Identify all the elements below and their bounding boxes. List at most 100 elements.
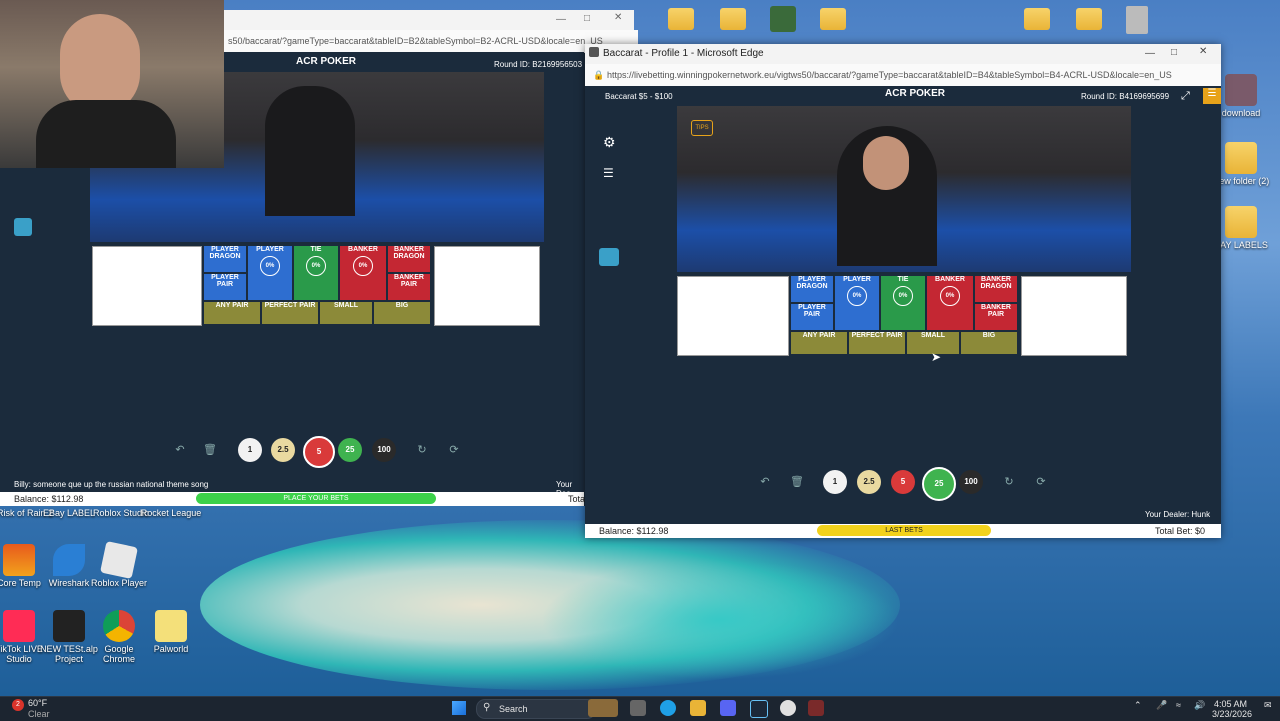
repeat-icon[interactable]: ↻ — [999, 472, 1019, 492]
wifi-icon[interactable]: ≈ — [1176, 700, 1181, 710]
bet-tie[interactable]: TIE 0% — [294, 246, 338, 300]
undo-icon[interactable]: ↶ — [755, 472, 775, 492]
bet-label: ANY PAIR — [215, 302, 249, 309]
chip-100[interactable]: 100 — [959, 470, 983, 494]
chip-1[interactable]: 1 — [238, 438, 262, 462]
autoplay-icon[interactable]: ⟳ — [1031, 472, 1051, 492]
chrome-taskbar-icon[interactable] — [780, 700, 796, 716]
chip-2-5[interactable]: 2.5 — [857, 470, 881, 494]
bet-label: ANY PAIR — [802, 332, 836, 339]
game-area-right: Baccarat $5 - $100 ACR POKER Round ID: B… — [585, 86, 1221, 538]
tray-chevron-icon[interactable]: ⌃ — [1134, 700, 1142, 711]
bet-label: PLAYER DRAGON — [209, 246, 241, 260]
address-bar[interactable]: https://livebetting.winningpokernetwork.… — [607, 64, 1172, 86]
repeat-icon[interactable]: ↻ — [412, 440, 432, 460]
dealer-face — [863, 136, 909, 190]
clock-time[interactable]: 4:05 AM — [1214, 699, 1247, 709]
bet-banker-dragon[interactable]: BANKER DRAGON — [388, 246, 430, 272]
discord-icon[interactable] — [720, 700, 736, 716]
window-right-titlebar[interactable]: Baccarat - Profile 1 - Microsoft Edge — … — [585, 44, 1221, 64]
steam-icon[interactable] — [750, 700, 768, 718]
desktop-folder-icon[interactable] — [1076, 8, 1102, 30]
bet-banker-pair[interactable]: BANKER PAIR — [975, 304, 1017, 330]
bet-player-dragon[interactable]: PLAYER DRAGON — [791, 276, 833, 302]
app-taskbar-icon[interactable] — [808, 700, 824, 716]
bet-any-pair[interactable]: ANY PAIR — [791, 332, 847, 354]
volume-icon[interactable]: 🔊 — [1194, 700, 1205, 711]
bet-player-pair[interactable]: PLAYER PAIR — [204, 274, 246, 300]
balance: Balance: $112.98 — [599, 526, 669, 536]
menu-icon[interactable]: ☰ — [1203, 88, 1221, 104]
taskbar-search[interactable]: ⚲ Search — [476, 699, 596, 719]
bet-banker-dragon[interactable]: BANKER DRAGON — [975, 276, 1017, 302]
desktop-folder-icon[interactable] — [720, 8, 746, 30]
bet-big[interactable]: BIG — [374, 302, 430, 324]
chip-5-selected[interactable]: 5 — [303, 436, 335, 468]
chip-5[interactable]: 5 — [891, 470, 915, 494]
bet-perfect-pair[interactable]: PERFECT PAIR — [849, 332, 905, 354]
bet-label: PLAYER PAIR — [211, 274, 239, 288]
bet-tie[interactable]: TIE 0% — [881, 276, 925, 330]
desktop-folder-icon[interactable] — [1024, 8, 1050, 30]
autoplay-icon[interactable]: ⟳ — [444, 440, 464, 460]
undo-icon[interactable]: ↶ — [170, 440, 190, 460]
fullscreen-icon[interactable]: ⤢ — [1181, 90, 1190, 103]
bet-any-pair[interactable]: ANY PAIR — [204, 302, 260, 324]
desktop-icon-rocket-league[interactable]: Rocket League — [140, 508, 202, 518]
chip-25[interactable]: 25 — [338, 438, 362, 462]
chip-25-selected[interactable]: 25 — [922, 467, 956, 501]
bet-player[interactable]: PLAYER 0% — [248, 246, 292, 300]
chip-100[interactable]: 100 — [372, 438, 396, 462]
bet-player-dragon[interactable]: PLAYER DRAGON — [204, 246, 246, 272]
maximize-icon[interactable]: □ — [1171, 47, 1177, 58]
bet-banker-pair[interactable]: BANKER PAIR — [388, 274, 430, 300]
lock-icon: 🔒 — [593, 70, 605, 80]
minimize-icon[interactable]: — — [1145, 48, 1155, 59]
bet-small[interactable]: SMALL — [320, 302, 372, 324]
edge-icon[interactable] — [660, 700, 676, 716]
trash-icon[interactable]: 🗑 — [787, 472, 807, 492]
settings-gear-icon[interactable]: ⚙ — [603, 134, 616, 151]
your-dealer: Your Dealer: Hunk — [1145, 510, 1211, 519]
weather-temp[interactable]: 60°F — [28, 698, 47, 708]
file-explorer-icon[interactable] — [690, 700, 706, 716]
chat-icon[interactable] — [599, 248, 619, 266]
desktop-icon-palworld[interactable]: Palworld — [140, 610, 202, 654]
core-temp-icon — [3, 544, 35, 576]
bet-label: PLAYER — [256, 246, 284, 253]
task-view-icon[interactable] — [630, 700, 646, 716]
trash-icon[interactable]: 🗑 — [200, 440, 220, 460]
window-title: Baccarat - Profile 1 - Microsoft Edge — [603, 48, 764, 59]
bet-banker[interactable]: BANKER 0% — [340, 246, 386, 300]
chip-2-5[interactable]: 2.5 — [271, 438, 295, 462]
desktop-icon-roblox-player[interactable]: Roblox Player — [88, 541, 150, 588]
chat-message: Billy: someone que up the russian nation… — [14, 480, 209, 489]
bet-big[interactable]: BIG — [961, 332, 1017, 354]
notification-icon[interactable]: ✉ — [1264, 700, 1272, 711]
windows-start-icon[interactable] — [452, 701, 466, 715]
address-bar[interactable]: s50/baccarat/?gameType=baccarat&tableID=… — [224, 30, 638, 53]
chat-icon[interactable] — [14, 218, 32, 236]
window-right[interactable]: Baccarat - Profile 1 - Microsoft Edge — … — [585, 44, 1221, 538]
chip-1[interactable]: 1 — [823, 470, 847, 494]
bet-banker[interactable]: BANKER 0% — [927, 276, 973, 330]
bet-percentage: 0% — [353, 256, 373, 276]
microphone-icon[interactable]: 🎤 — [1156, 700, 1167, 711]
close-icon[interactable]: ✕ — [614, 12, 622, 23]
bet-label: TIE — [310, 246, 322, 253]
desktop-file-icon[interactable] — [1126, 6, 1148, 34]
bet-perfect-pair[interactable]: PERFECT PAIR — [262, 302, 318, 324]
weather-alert-icon[interactable]: 2 — [12, 699, 24, 711]
desktop-folder-icon[interactable] — [668, 8, 694, 30]
desktop-folder-icon[interactable] — [820, 8, 846, 30]
history-icon[interactable]: ☰ — [603, 166, 614, 180]
bet-player[interactable]: PLAYER 0% — [835, 276, 879, 330]
minimize-icon[interactable]: — — [556, 14, 566, 25]
webcam-overlay — [0, 0, 224, 168]
maximize-icon[interactable]: □ — [584, 13, 590, 24]
tips-button[interactable]: TIPS — [691, 120, 713, 136]
bet-player-pair[interactable]: PLAYER PAIR — [791, 304, 833, 330]
desktop-image-icon[interactable] — [770, 6, 796, 32]
window-left-titlebar[interactable]: — □ ✕ — [224, 10, 634, 30]
close-icon[interactable]: ✕ — [1199, 46, 1207, 57]
